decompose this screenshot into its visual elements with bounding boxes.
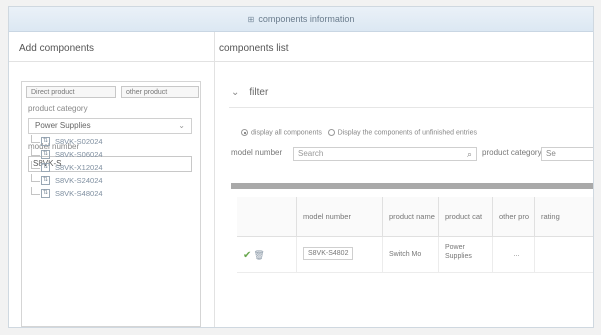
grid-header-model[interactable]: model number — [297, 197, 383, 237]
panel-divider — [214, 32, 215, 327]
tree-item-label: S8VK-S48024 — [55, 189, 103, 198]
tab-other-product[interactable]: other product — [121, 86, 199, 98]
tree-item[interactable]: ⇅ S8VK-X12024 — [31, 161, 181, 174]
document-icon: ⇅ — [41, 137, 50, 146]
row-actions: ✔ 🗑 — [237, 237, 297, 273]
add-components-heading: Add components — [19, 43, 95, 54]
product-category-filter-label: product category — [482, 148, 542, 157]
trash-icon[interactable]: 🗑 — [253, 250, 264, 260]
model-search-input[interactable]: Search ⌕ — [293, 147, 477, 161]
radio-display-unfinished[interactable] — [327, 129, 335, 136]
grid-header-other[interactable]: other pro — [493, 197, 535, 237]
product-category-filter-select[interactable]: Se — [541, 147, 593, 161]
grid-header-category[interactable]: product cat — [439, 197, 493, 237]
main-window: ⊞ components information Add components c… — [8, 6, 594, 328]
tree-item[interactable]: ⇅ S8VK-S02024 — [31, 135, 181, 148]
tree-item[interactable]: ⇅ S8VK-S48024 — [31, 187, 181, 200]
components-list-heading: components list — [219, 43, 289, 54]
tree-item-label: S8VK-S02024 — [55, 137, 103, 146]
model-tree: ⇅ S8VK-S02024 ⇅ S8VK-S06024 ⇅ S8VK-X12024 ⇅… — [31, 135, 181, 200]
document-icon: ⇅ — [41, 163, 50, 172]
tree-connector — [31, 135, 40, 143]
grid-toolbar — [231, 183, 593, 189]
grid-header-name[interactable]: product name — [383, 197, 439, 237]
cell-rating — [535, 237, 593, 273]
product-category-label: product category — [28, 104, 88, 113]
search-icon[interactable]: ⌕ — [467, 148, 472, 160]
window-title: components information — [258, 14, 355, 24]
tree-connector — [31, 187, 40, 195]
header-divider — [9, 61, 593, 62]
tree-item-label: S8VK-S06024 — [55, 150, 103, 159]
display-options: display all components Display the compo… — [241, 129, 477, 136]
cell-model[interactable]: S8VK-S4802 — [297, 237, 383, 273]
cell-model-value: S8VK-S4802 — [303, 247, 354, 260]
radio-display-all[interactable] — [241, 129, 248, 136]
components-icon: ⊞ — [247, 15, 255, 24]
tree-item[interactable]: ⇅ S8VK-S06024 — [31, 148, 181, 161]
model-number-filter-label: model number — [231, 148, 283, 157]
product-category-value: Power Supplies — [35, 121, 91, 130]
tab-direct-product[interactable]: Direct product — [26, 86, 116, 98]
document-icon: ⇅ — [41, 150, 50, 159]
product-category-select[interactable]: Power Supplies ⌄ — [28, 118, 192, 134]
tree-item[interactable]: ⇅ S8VK-S24024 — [31, 174, 181, 187]
tree-connector — [31, 161, 40, 169]
check-icon[interactable]: ✔ — [243, 250, 251, 261]
grid-header-rating[interactable]: rating — [535, 197, 593, 237]
radio-display-unfinished-label: Display the components of unfinished ent… — [337, 129, 477, 137]
tree-item-label: S8VK-S24024 — [55, 176, 103, 185]
filter-toggle[interactable]: ⌄ filter — [231, 87, 268, 98]
grid-header-actions — [237, 197, 297, 237]
filter-label: filter — [249, 87, 269, 98]
filter-divider — [229, 107, 593, 108]
tree-connector — [31, 148, 40, 156]
document-icon: ⇅ — [41, 189, 50, 198]
chevron-down-icon: ⌄ — [231, 87, 240, 98]
search-placeholder: Search — [298, 149, 324, 158]
tree-connector — [31, 174, 40, 182]
window-titlebar: ⊞ components information — [9, 7, 593, 32]
chevron-down-icon: ⌄ — [178, 121, 185, 130]
radio-display-all-label: display all components — [251, 129, 322, 137]
document-icon: ⇅ — [41, 176, 50, 185]
cell-name: Switch Mo — [383, 237, 439, 273]
add-components-panel: Direct product other product product cat… — [21, 81, 201, 327]
tree-item-label: S8VK-X12024 — [55, 163, 103, 172]
cell-other[interactable]: ... — [493, 237, 535, 273]
components-grid: model number product name product cat ot… — [237, 197, 593, 327]
cell-category: Power Supplies — [439, 237, 493, 273]
